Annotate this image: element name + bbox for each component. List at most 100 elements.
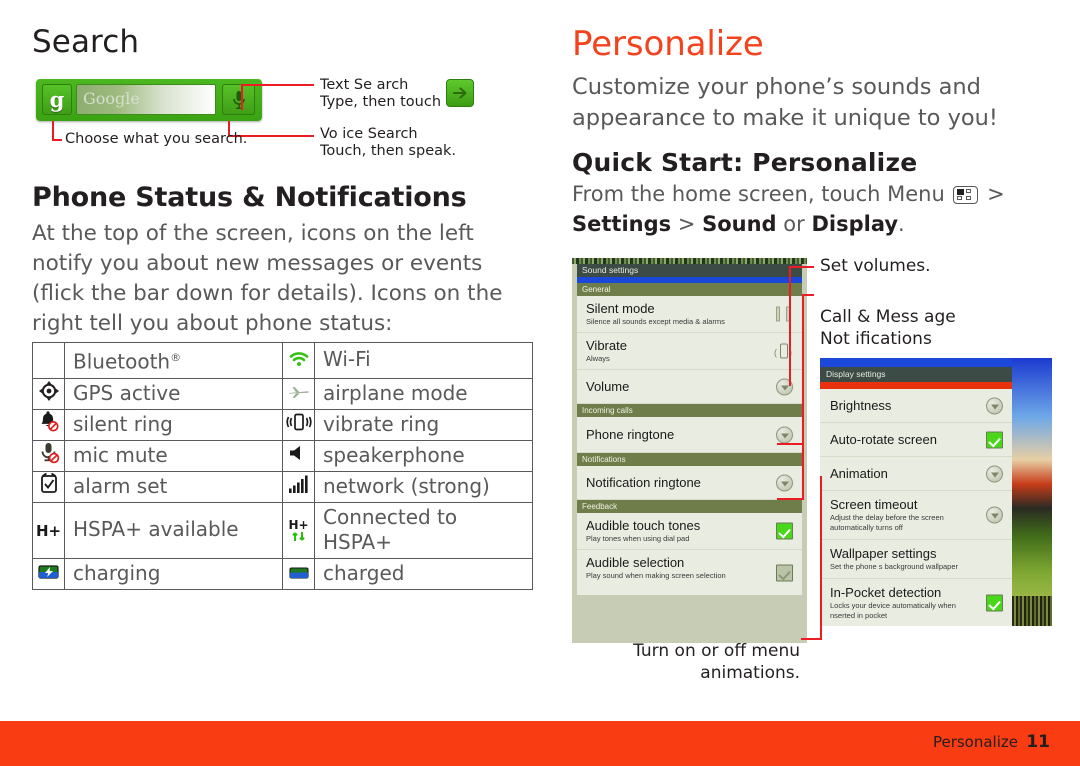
footer-page-number: 11 [1026, 732, 1050, 752]
table-row: alarm set network (strong) [32, 470, 533, 503]
table-row: GPS active airplane mode [32, 377, 533, 410]
disclosure-icon[interactable] [986, 397, 1003, 414]
row-audible-selection[interactable]: Audible selection Play sound when making… [577, 550, 802, 595]
leader-line-animation-horizontal [801, 638, 822, 640]
row-vibrate[interactable]: Vibrate Always () [577, 333, 802, 370]
registered-mark: ® [170, 351, 182, 364]
path-prefix: From the home screen, touch Menu [572, 182, 945, 206]
hspa-plus-icon: H+ [32, 501, 65, 559]
callout-text-search-sub: Type, then touch [320, 94, 442, 110]
row-auto-rotate-screen[interactable]: Auto-rotate screen [820, 423, 1012, 457]
row-title: Vibrate [586, 338, 627, 353]
row-title: Notification ringtone [586, 475, 701, 490]
row-screen-timeout[interactable]: Screen timeout Adjust the delay before t… [820, 491, 1012, 540]
table-row: silent ring vibrate ring [32, 408, 533, 441]
display-settings-screenshot: Display settings Brightness Auto-rotate … [820, 358, 1052, 626]
table-cell-label: airplane mode [314, 377, 533, 410]
row-animation[interactable]: Animation [820, 457, 1012, 491]
voice-search-button[interactable] [222, 84, 255, 115]
row-in-pocket-detection[interactable]: In-Pocket detection Locks your device au… [820, 579, 1012, 626]
callout-voice-search-title: Vo ice Search [320, 126, 418, 142]
table-cell-label: Bluetooth® [64, 342, 283, 379]
screenshot-figure: Sound settings General Silent mode Silen… [572, 256, 1052, 683]
charged-icon [282, 557, 315, 590]
leader-line-text-search-horizontal [241, 84, 314, 86]
checkbox-on-icon[interactable] [986, 594, 1003, 612]
google-source-icon[interactable]: g [42, 84, 72, 115]
callout-voice-search: Vo ice Search Touch, then speak. [320, 126, 456, 160]
disclosure-icon[interactable] [986, 506, 1003, 524]
annotation-line-2: animations. [700, 663, 800, 683]
section-header-feedback: Feedback [577, 500, 802, 513]
bluetooth-icon [32, 342, 65, 379]
arrow-right-icon [452, 87, 467, 99]
annotation-line-2: Not ifications [820, 329, 932, 349]
charging-icon [32, 557, 65, 590]
go-arrow-icon[interactable] [446, 79, 474, 107]
search-widget-figure: g Google Text Se arch Type, then touch V… [32, 74, 532, 164]
hspa-glyph-small: H+ [288, 517, 309, 532]
row-title: Brightness [830, 398, 892, 413]
checkbox-off-icon[interactable] [776, 564, 793, 581]
row-silent-mode[interactable]: Silent mode Silence all sounds except me… [577, 296, 802, 333]
table-cell-label: Connected to HSPA+ [314, 501, 533, 559]
path-or: or [783, 212, 805, 236]
section-header-incoming-calls: Incoming calls [577, 404, 802, 417]
row-title: Silent mode [586, 301, 655, 316]
gps-icon [32, 377, 65, 410]
row-subtitle: Always [586, 354, 610, 363]
sound-settings-title: Sound settings [577, 264, 802, 277]
hspa-glyph: H+ [35, 521, 62, 540]
section-header-notifications: Notifications [577, 453, 802, 466]
callout-text-search-title: Text Se arch [320, 77, 409, 93]
callout-voice-search-sub: Touch, then speak. [320, 143, 457, 159]
intro-paragraph: Customize your phone’s sounds and appear… [572, 74, 998, 131]
table-cell-label: charging [64, 557, 283, 590]
table-row: mic mute speakerphone [32, 439, 533, 472]
row-audible-touch-tones[interactable]: Audible touch tones Play tones when usin… [577, 513, 802, 550]
table-row: charging charged [32, 557, 533, 590]
row-wallpaper-settings[interactable]: Wallpaper settings Set the phone s backg… [820, 540, 1012, 579]
disclosure-icon[interactable] [986, 465, 1003, 482]
left-column: Search g Google Text Se arch Type, then … [32, 24, 532, 339]
row-title: Auto-rotate screen [830, 432, 937, 447]
footer-label: Personalize [932, 733, 1018, 751]
disclosure-icon[interactable] [776, 426, 793, 443]
row-notification-ringtone[interactable]: Notification ringtone [577, 466, 802, 500]
google-search-widget: g Google [36, 79, 262, 121]
display-title-underline [820, 382, 1012, 389]
airplane-icon [282, 377, 315, 410]
path-separator-2: > [677, 212, 696, 236]
row-title: Screen timeout [830, 497, 918, 512]
path-period: . [898, 212, 905, 236]
row-title: In-Pocket detection [830, 585, 942, 600]
checkbox-on-icon[interactable] [986, 431, 1003, 448]
display-settings-title: Display settings [820, 367, 1012, 382]
path-settings: Settings [572, 212, 672, 236]
page-title: Personalize [572, 24, 764, 64]
table-cell-label: charged [314, 557, 533, 590]
leader-line-choose-vertical [52, 121, 54, 141]
row-brightness[interactable]: Brightness [820, 389, 1012, 423]
table-cell-label: vibrate ring [314, 408, 533, 441]
row-volume[interactable]: Volume [577, 370, 802, 404]
search-heading: Search [32, 24, 140, 60]
disclosure-icon[interactable] [776, 474, 793, 491]
row-title: Wallpaper settings [830, 546, 937, 561]
leader-line-set-volumes-vertical [789, 266, 791, 386]
checkbox-on-icon[interactable] [776, 522, 793, 540]
microphone-icon [232, 91, 245, 109]
table-cell-label: alarm set [64, 470, 283, 503]
table-cell-label: network (strong) [314, 470, 533, 503]
phone-status-heading: Phone Status & Notifications [32, 182, 467, 213]
menu-grid-icon [953, 186, 979, 204]
leader-line-set-volumes-horizontal [789, 266, 814, 268]
search-input[interactable]: Google [76, 84, 216, 115]
row-phone-ringtone[interactable]: Phone ringtone [577, 417, 802, 453]
annotation-line-1: Turn on or off menu [633, 641, 800, 661]
speaker-icon [282, 439, 315, 472]
signal-bars-icon [282, 470, 315, 503]
leader-line-notification-ringtone [777, 498, 804, 500]
table-cell-label: mic mute [64, 439, 283, 472]
table-row: Bluetooth® Wi-Fi [32, 342, 533, 379]
